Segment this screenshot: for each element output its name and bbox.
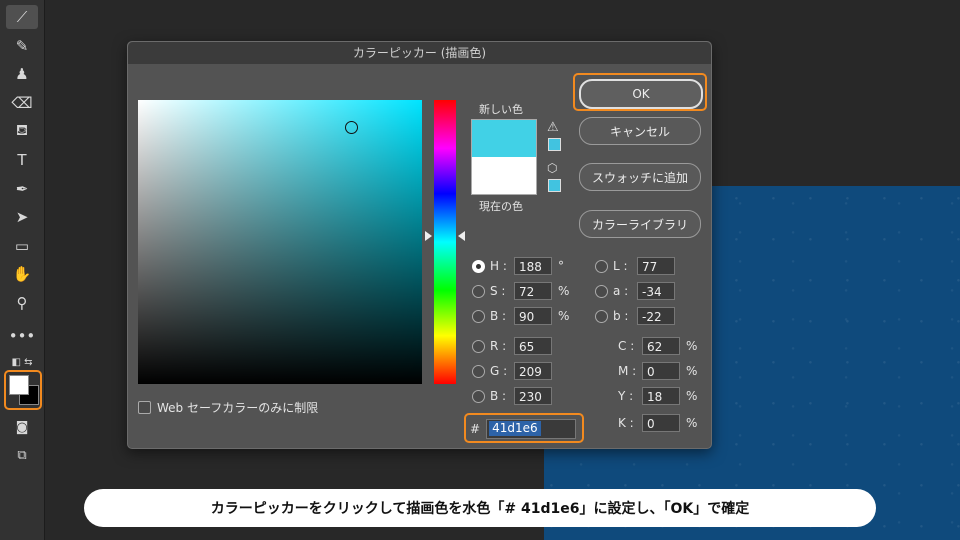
red-input[interactable]: 65: [514, 337, 552, 355]
green-row: G : 209: [472, 362, 552, 380]
lab-l-radio[interactable]: [595, 259, 608, 273]
lab-b-radio[interactable]: [595, 309, 608, 323]
hue-unit: °: [558, 259, 564, 273]
gamut-warning-icon: ⚠: [547, 120, 559, 135]
yellow-label: Y :: [618, 389, 634, 403]
cancel-button[interactable]: キャンセル: [579, 117, 701, 145]
saturation-radio[interactable]: [472, 284, 485, 298]
blue-radio[interactable]: [472, 389, 485, 403]
cyan-input[interactable]: 62: [642, 337, 680, 355]
hue-slider-handle-right[interactable]: [458, 231, 465, 241]
saturation-row: S : 72 %: [472, 282, 572, 300]
ok-button[interactable]: OK: [579, 79, 703, 109]
dialog-title: カラーピッカー (描画色): [128, 42, 711, 64]
new-color-swatch: [471, 119, 537, 158]
color-libraries-button[interactable]: カラーライブラリ: [579, 210, 701, 238]
selection-arrow-icon[interactable]: ➤: [6, 205, 38, 229]
hex-prefix: #: [470, 422, 481, 436]
cyan-unit: %: [686, 339, 698, 353]
more-icon[interactable]: •••: [6, 324, 38, 348]
hue-input[interactable]: 188: [514, 257, 552, 275]
brightness-input[interactable]: 90: [514, 307, 552, 325]
hue-row: H : 188 °: [472, 257, 572, 275]
red-row: R : 65: [472, 337, 552, 355]
black-input[interactable]: 0: [642, 414, 680, 432]
hue-label: H :: [490, 259, 507, 273]
eraser-icon[interactable]: ⌫: [6, 91, 38, 115]
screen-mode-icon[interactable]: ⧉: [6, 443, 38, 467]
type-icon[interactable]: T: [6, 148, 38, 172]
green-radio[interactable]: [472, 364, 485, 378]
hue-slider[interactable]: [434, 100, 456, 384]
zoom-icon[interactable]: ⚲: [6, 291, 38, 315]
new-color-label: 新しい色: [479, 103, 523, 116]
lab-a-radio[interactable]: [595, 284, 608, 298]
cyan-label: C :: [618, 339, 635, 353]
brightness-unit: %: [558, 309, 570, 323]
red-radio[interactable]: [472, 339, 485, 353]
gamut-correction-swatch[interactable]: [548, 138, 561, 151]
brightness-row: B : 90 %: [472, 307, 572, 325]
rectangle-icon[interactable]: ▭: [6, 234, 38, 258]
blue-input[interactable]: 230: [514, 387, 552, 405]
brightness-radio[interactable]: [472, 309, 485, 323]
websafe-correction-swatch[interactable]: [548, 179, 561, 192]
paint-bucket-icon[interactable]: ⛾: [6, 119, 38, 143]
hex-row: # 41d1e6: [470, 419, 577, 439]
pen-icon[interactable]: ✒: [6, 177, 38, 201]
websafe-label: Web セーフカラーのみに制限: [157, 401, 319, 415]
hex-value: 41d1e6: [489, 421, 541, 436]
yellow-row: Y : 18 %: [618, 387, 700, 405]
blue-label: B :: [490, 389, 507, 403]
green-label: G :: [490, 364, 508, 378]
saturation-label: S :: [490, 284, 506, 298]
brush-icon[interactable]: ✎: [6, 34, 38, 58]
color-field-cursor[interactable]: [345, 121, 358, 134]
current-color-label: 現在の色: [479, 200, 523, 213]
lab-l-row: L : 77: [595, 257, 675, 275]
yellow-unit: %: [686, 389, 698, 403]
instruction-caption: カラーピッカーをクリックして描画色を水色「# 41d1e6」に設定し、「OK」で…: [84, 489, 876, 527]
brightness-label: B :: [490, 309, 507, 323]
color-picker-dialog: カラーピッカー (描画色) Web セーフカラーのみに制限 新しい色 現在の色 …: [127, 41, 712, 449]
hue-radio[interactable]: [472, 259, 485, 273]
magenta-input[interactable]: 0: [642, 362, 680, 380]
blue-row: B : 230: [472, 387, 552, 405]
eyedropper-icon[interactable]: ⟋: [6, 5, 38, 29]
websafe-option[interactable]: Web セーフカラーのみに制限: [138, 399, 318, 416]
lab-b-label: b :: [613, 309, 629, 323]
quick-mask-icon[interactable]: ◙: [6, 415, 38, 439]
lab-b-input[interactable]: -22: [637, 307, 675, 325]
add-to-swatches-button[interactable]: スウォッチに追加: [579, 163, 701, 191]
red-label: R :: [490, 339, 507, 353]
magenta-label: M :: [618, 364, 637, 378]
black-row: K : 0 %: [618, 414, 700, 432]
lab-a-input[interactable]: -34: [637, 282, 675, 300]
green-input[interactable]: 209: [514, 362, 552, 380]
lab-l-label: L :: [613, 259, 628, 273]
magenta-row: M : 0 %: [618, 362, 700, 380]
lab-a-label: a :: [613, 284, 629, 298]
black-unit: %: [686, 416, 698, 430]
stamp-icon[interactable]: ♟: [6, 62, 38, 86]
magenta-unit: %: [686, 364, 698, 378]
lab-a-row: a : -34: [595, 282, 675, 300]
lab-b-row: b : -22: [595, 307, 675, 325]
current-color-swatch[interactable]: [471, 157, 537, 195]
yellow-input[interactable]: 18: [642, 387, 680, 405]
tools-panel: ⟋ ✎ ♟ ⌫ ⛾ T ✒ ➤ ▭ ✋ ⚲ ••• ◧ ⇆ ◙ ⧉: [0, 0, 45, 540]
websafe-cube-icon: ⬡: [547, 161, 558, 175]
saturation-input[interactable]: 72: [514, 282, 552, 300]
lab-l-input[interactable]: 77: [637, 257, 675, 275]
hue-slider-handle-left[interactable]: [425, 231, 432, 241]
hand-icon[interactable]: ✋: [6, 262, 38, 286]
saturation-unit: %: [558, 284, 570, 298]
black-label: K :: [618, 416, 634, 430]
hex-input[interactable]: 41d1e6: [486, 419, 577, 439]
color-field[interactable]: [138, 100, 422, 384]
websafe-checkbox[interactable]: [138, 401, 151, 414]
cyan-row: C : 62 %: [618, 337, 700, 355]
foreground-color-swatch[interactable]: [9, 375, 29, 395]
color-swatches-highlight[interactable]: [4, 370, 42, 410]
